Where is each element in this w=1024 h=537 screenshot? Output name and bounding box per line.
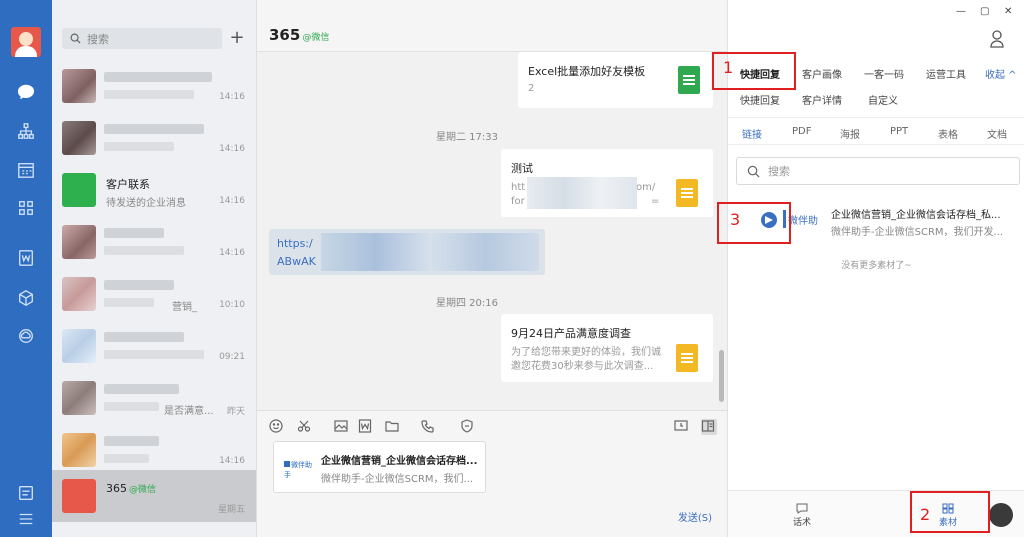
tab-sheet[interactable]: 表格 [938,126,958,141]
contact-item[interactable]: 14:16 [52,60,256,112]
add-button[interactable]: + [227,28,247,49]
link-message[interactable]: https:/ ABwAK [269,229,545,275]
contact-avatar [62,69,96,103]
menu-icon[interactable] [16,509,36,529]
scissors-icon[interactable] [297,419,313,435]
contact-avatar [62,121,96,155]
annotation-number-1: 1 [723,58,734,77]
tab-customer-profile[interactable]: 客户画像 [802,66,842,81]
timestamp: 星期二 17:33 [436,132,498,143]
user-profile-icon[interactable] [990,30,1006,48]
chat-area: 365 @微信 Excel批量添加好友模板 2 星期二 17:33 测试 htt … [257,0,727,537]
tab-pdf[interactable]: PDF [792,126,811,137]
apps-grid-icon[interactable] [16,198,36,218]
cloud-icon[interactable] [16,326,36,346]
folder-icon[interactable] [385,419,401,435]
doc-file-icon [676,179,698,207]
chat-history-icon[interactable] [674,419,690,435]
emoji-icon[interactable] [269,419,285,435]
org-chart-icon[interactable] [16,121,36,141]
chat-bubble-icon [796,503,808,514]
annotation-box-3 [717,202,791,244]
weiban-logo: 微伴助手 [284,461,312,479]
contact-list: 搜索 + 14:16 14:16 客户联系 待发送的企业消息 14:16 14:… [52,0,257,537]
collapse-button[interactable]: 收起 ^ [985,66,1017,81]
tab-ops-tools[interactable]: 运营工具 [926,66,966,81]
note-icon[interactable] [16,483,36,503]
user-avatar[interactable] [11,27,41,57]
script-button[interactable]: 话术 [772,503,832,528]
search-icon [747,165,760,177]
compose-area: 微伴助手 企业微信营销_企业微信会话存档... 微伴助手-企业微信SCRM，我们… [257,410,727,537]
tab-doc[interactable]: 文档 [987,126,1007,141]
contact-avatar [62,479,96,513]
sidebar-toggle-icon[interactable] [701,419,717,435]
contact-avatar [62,381,96,415]
no-more-text: 没有更多素材了~ [841,261,912,271]
chat-scrollbar[interactable] [719,350,724,402]
draft-link-card[interactable]: 微伴助手 企业微信营销_企业微信会话存档... 微伴助手-企业微信SCRM，我们… [273,441,486,493]
wechat-icon [62,173,96,207]
material-type-tabs: 链接 PDF 海报 PPT 表格 文档 [728,117,1024,145]
tab-link[interactable]: 链接 [742,126,762,141]
excel-message[interactable]: Excel批量添加好友模板 2 [518,52,713,108]
chat-header: 365 @微信 [257,0,727,52]
chat-icon[interactable] [16,82,36,102]
cube-icon[interactable] [16,288,36,308]
contact-item[interactable]: 14:16 [52,112,256,164]
document-w-icon[interactable] [358,419,374,435]
minimize-button[interactable]: — [956,6,966,17]
search-icon [70,33,81,44]
shield-icon[interactable] [460,419,476,435]
maximize-button[interactable]: ▢ [980,6,989,17]
excel-file-icon [678,66,700,94]
contact-item[interactable]: 09:21 [52,320,256,372]
contact-item[interactable]: 是否满意... 昨天 [52,372,256,424]
contact-avatar [62,433,96,467]
contact-item-customer-contact[interactable]: 客户联系 待发送的企业消息 14:16 [52,164,256,216]
tab-custom[interactable]: 自定义 [868,92,898,107]
tab-ppt[interactable]: PPT [890,126,908,137]
contact-avatar [62,225,96,259]
nav-rail [0,0,52,537]
contact-search-input[interactable]: 搜索 [62,28,222,49]
phone-icon[interactable] [421,419,437,435]
magic-wand-icon[interactable] [989,503,1013,527]
contact-avatar [62,277,96,311]
timestamp: 星期四 20:16 [436,298,498,309]
contact-item[interactable]: 14:16 [52,216,256,268]
document-w-icon[interactable] [16,248,36,268]
material-search-input[interactable]: 搜索 [736,157,1020,185]
survey-message[interactable]: 9月24日产品满意度调查 为了给您带来更好的体验，我们诚 邀您花费30秒来参与此… [501,314,713,382]
contact-item-365[interactable]: 365 @微信 星期五 [52,470,256,522]
doc-file-icon [676,344,698,372]
test-message[interactable]: 测试 htt om/ for = [501,149,713,217]
image-icon[interactable] [334,419,350,435]
contact-item[interactable]: 营销_ 10:10 [52,268,256,320]
calendar-icon[interactable] [16,160,36,180]
close-button[interactable]: ✕ [1004,6,1012,17]
annotation-number-2: 2 [920,505,931,524]
tab-quick-reply-2[interactable]: 快捷回复 [740,92,780,107]
tab-one-code[interactable]: 一客一码 [864,66,904,81]
chat-title: 365 @微信 [269,26,330,44]
contact-avatar [62,329,96,363]
tab-customer-detail[interactable]: 客户详情 [802,92,842,107]
contact-item[interactable]: 14:16 [52,424,256,476]
annotation-number-3: 3 [730,210,741,229]
tab-poster[interactable]: 海报 [840,126,860,141]
send-button[interactable]: 发送(S) [678,509,712,524]
